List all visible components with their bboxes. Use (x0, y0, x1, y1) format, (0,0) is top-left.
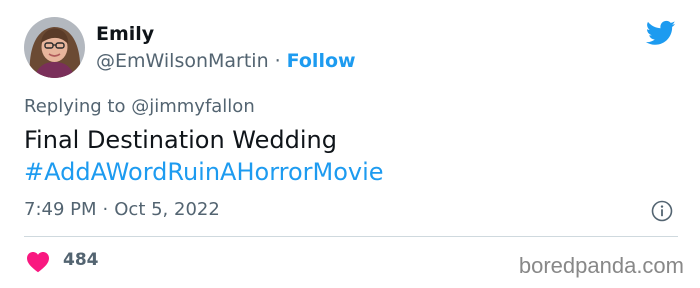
tweet-hashtag-link[interactable]: #AddAWordRuinAHorrorMovie (24, 156, 384, 188)
watermark-text: boredpanda.com (518, 253, 684, 278)
divider (24, 236, 678, 237)
info-icon[interactable] (651, 200, 673, 222)
author-display-name[interactable]: Emily (96, 22, 154, 46)
follow-button[interactable]: Follow (287, 50, 356, 72)
tweet-text-line: Final Destination Wedding (24, 126, 337, 154)
handle-separator: · (274, 50, 281, 72)
tweet-body: Final Destination Wedding #AddAWordRuinA… (24, 124, 384, 188)
tweet-card: Emily @EmWilsonMartin · Follow Replying to… (0, 0, 700, 288)
author-handle-row: @EmWilsonMartin · Follow (96, 49, 356, 73)
like-count[interactable]: 484 (63, 249, 99, 271)
tweet-date: Oct 5, 2022 (114, 199, 220, 220)
reply-mention-link[interactable]: @jimmyfallon (131, 96, 255, 117)
author-handle[interactable]: @EmWilsonMartin (96, 50, 269, 72)
replying-to-label: Replying to (24, 96, 126, 117)
heart-icon[interactable] (26, 251, 50, 273)
tweet-time: 7:49 PM (24, 199, 97, 220)
tweet-timestamp[interactable]: 7:49 PM · Oct 5, 2022 (24, 198, 220, 222)
timestamp-separator: · (102, 199, 109, 220)
twitter-bird-icon[interactable] (644, 18, 678, 48)
replying-to-line: Replying to @jimmyfallon (24, 95, 255, 119)
avatar[interactable] (24, 17, 85, 78)
